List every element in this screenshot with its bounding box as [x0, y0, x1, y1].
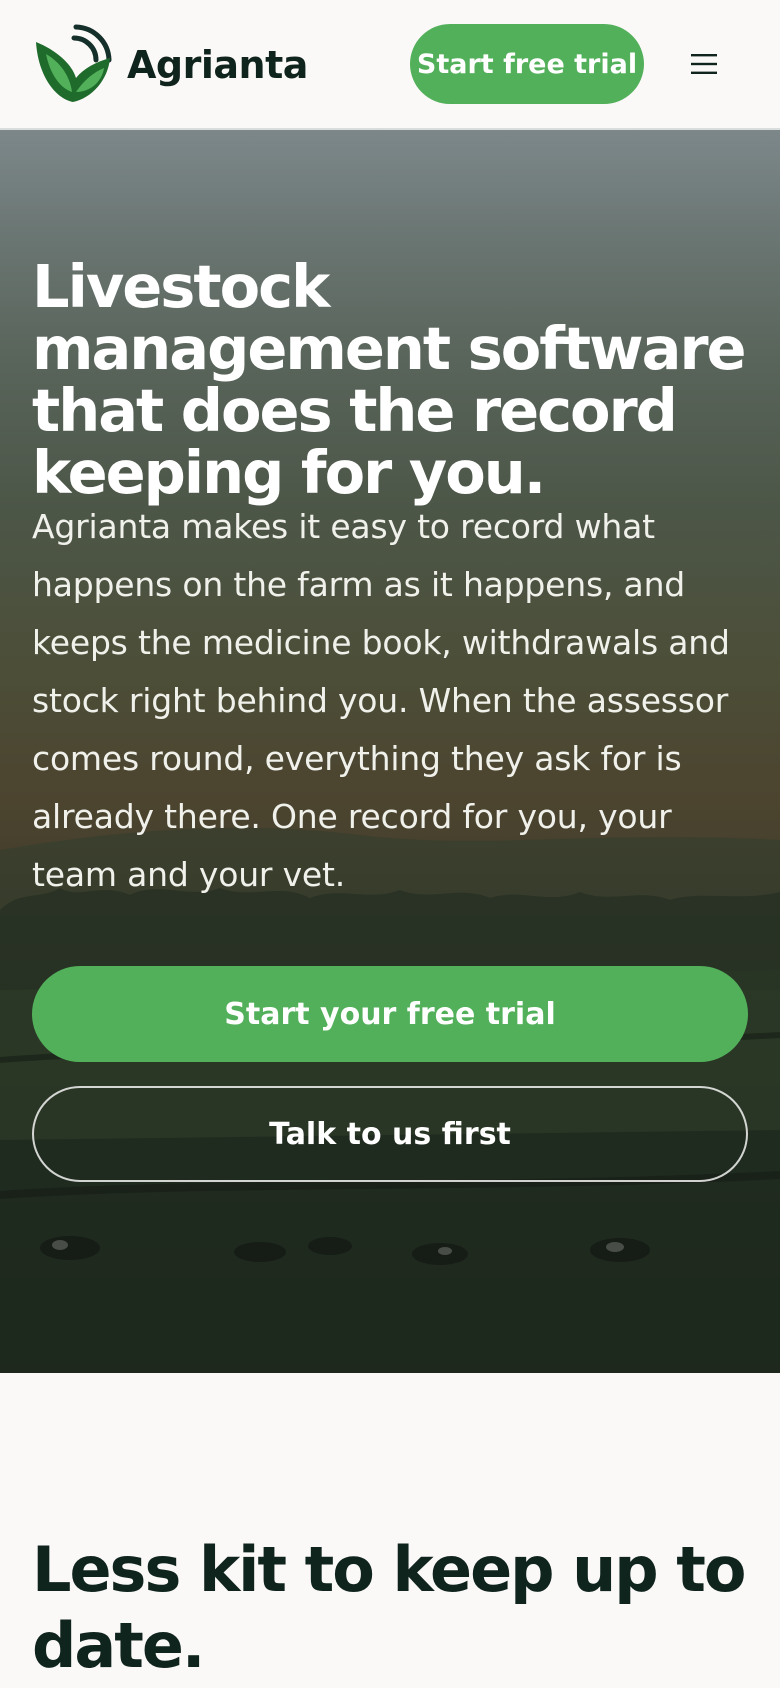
brand-name[interactable]: Agrianta: [127, 42, 308, 88]
site-header: Agrianta Start free trial: [0, 0, 780, 130]
hero-section: Livestock management software that does …: [0, 130, 780, 1373]
leaf-signal-logo-icon[interactable]: [32, 22, 114, 104]
talk-to-us-first-button[interactable]: Talk to us first: [32, 1086, 748, 1182]
page: Agrianta Start free trial Livestock mana…: [0, 0, 780, 1688]
start-your-free-trial-button[interactable]: Start your free trial: [32, 966, 748, 1062]
hamburger-menu-button[interactable]: [680, 44, 728, 84]
start-free-trial-button[interactable]: Start free trial: [410, 24, 644, 104]
hamburger-menu-icon: [691, 54, 717, 74]
hero-description: Agrianta makes it easy to record what ha…: [32, 507, 730, 894]
hero-title: Livestock management software that does …: [32, 252, 747, 507]
features-section-title: Less kit to keep up to date.: [32, 1533, 746, 1682]
